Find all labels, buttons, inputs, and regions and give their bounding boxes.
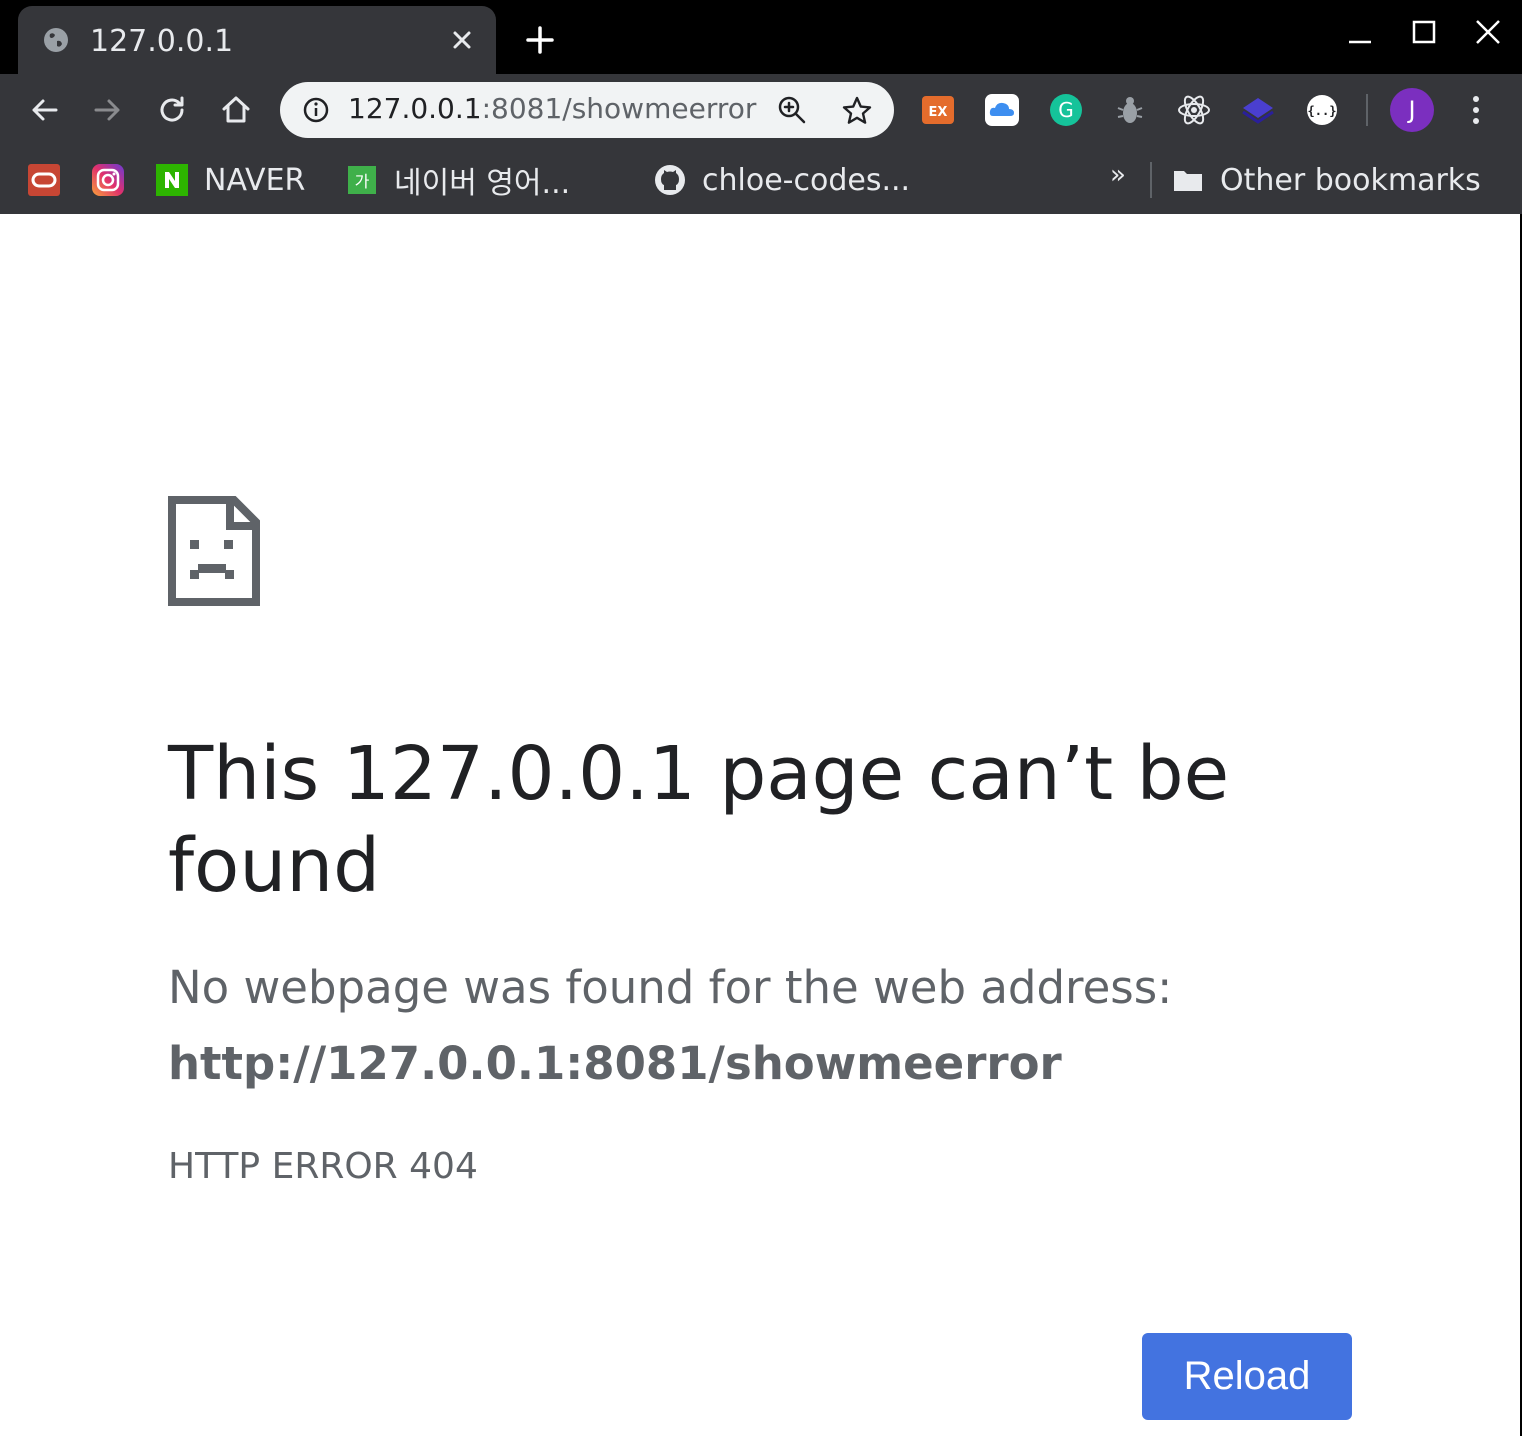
tab-active[interactable]: 127.0.0.1 bbox=[18, 6, 496, 74]
svg-text:EX: EX bbox=[929, 105, 948, 120]
bookmarks-bar: NAVER 가 네이버 영어... chloe-codes... » Other… bbox=[0, 146, 1522, 214]
svg-text:G: G bbox=[1058, 98, 1074, 122]
new-tab-icon[interactable] bbox=[522, 22, 558, 58]
bookmark-label: NAVER bbox=[204, 162, 306, 198]
error-url: http://127.0.0.1:8081/showmeerror bbox=[168, 1037, 1062, 1090]
bookmark-naver-dictionary[interactable]: 가 네이버 영어... bbox=[346, 162, 570, 201]
bookmarks-overflow-button[interactable]: » bbox=[1110, 160, 1126, 190]
icloud-icon[interactable] bbox=[984, 92, 1020, 128]
more-menu-icon[interactable] bbox=[1460, 92, 1492, 128]
minimize-icon[interactable] bbox=[1340, 16, 1380, 56]
bookmark-label: 네이버 영어... bbox=[394, 166, 571, 201]
json-icon[interactable]: {..} bbox=[1304, 92, 1340, 128]
site-info-icon[interactable] bbox=[300, 94, 332, 126]
reload-icon[interactable] bbox=[152, 90, 192, 130]
reload-button[interactable]: Reload bbox=[1142, 1333, 1352, 1420]
naver-dictionary-icon: 가 bbox=[348, 166, 376, 194]
bug-icon[interactable] bbox=[1112, 92, 1148, 128]
naver-icon bbox=[156, 164, 188, 196]
grammarly-icon[interactable]: G bbox=[1048, 92, 1084, 128]
toolbar-divider bbox=[1366, 94, 1368, 126]
error-title: This 127.0.0.1 page can’t be found bbox=[168, 731, 1230, 909]
tab-title: 127.0.0.1 bbox=[90, 24, 234, 59]
forward-arrow-icon[interactable] bbox=[88, 90, 128, 130]
tab-strip: 127.0.0.1 bbox=[0, 0, 1522, 74]
oracle-icon bbox=[28, 164, 60, 196]
github-icon bbox=[655, 165, 685, 195]
bookmark-naver[interactable]: NAVER bbox=[156, 162, 305, 198]
close-tab-icon[interactable] bbox=[448, 26, 476, 54]
other-bookmarks[interactable]: Other bookmarks bbox=[1172, 162, 1481, 198]
folder-icon bbox=[1174, 171, 1202, 191]
address-bar-url[interactable]: 127.0.0.1:8081/showmeerror bbox=[348, 92, 756, 125]
bookmark-instagram[interactable] bbox=[92, 162, 124, 198]
url-path: :8081/showmeerror bbox=[481, 92, 757, 125]
svg-text:가: 가 bbox=[355, 172, 370, 191]
bookmark-label: chloe-codes... bbox=[702, 162, 911, 198]
back-arrow-icon[interactable] bbox=[24, 90, 64, 130]
bookmark-star-icon[interactable] bbox=[840, 94, 874, 128]
profile-avatar[interactable]: J bbox=[1390, 88, 1434, 132]
instagram-icon bbox=[92, 164, 124, 196]
react-icon[interactable] bbox=[1176, 92, 1212, 128]
home-icon[interactable] bbox=[216, 90, 256, 130]
browser-toolbar: 127.0.0.1:8081/showmeerror EX G {..} J bbox=[0, 74, 1522, 146]
layers-icon[interactable] bbox=[1240, 92, 1276, 128]
address-bar[interactable]: 127.0.0.1:8081/showmeerror bbox=[280, 82, 894, 138]
svg-text:{..}: {..} bbox=[1308, 104, 1337, 118]
bookmarks-divider bbox=[1150, 162, 1152, 198]
sad-document-icon bbox=[168, 496, 260, 606]
close-window-icon[interactable] bbox=[1468, 16, 1508, 56]
globe-icon bbox=[44, 28, 68, 52]
url-host: 127.0.0.1 bbox=[348, 92, 482, 125]
error-code: HTTP ERROR 404 bbox=[168, 1146, 478, 1187]
error-description: No webpage was found for the web address… bbox=[168, 961, 1173, 1014]
other-bookmarks-label: Other bookmarks bbox=[1220, 162, 1481, 198]
bookmark-oracle[interactable] bbox=[28, 162, 60, 198]
zoom-icon[interactable] bbox=[776, 94, 808, 126]
maximize-icon[interactable] bbox=[1404, 16, 1444, 56]
bookmark-github[interactable]: chloe-codes... bbox=[654, 162, 910, 198]
ex-extension-icon[interactable]: EX bbox=[920, 92, 956, 128]
